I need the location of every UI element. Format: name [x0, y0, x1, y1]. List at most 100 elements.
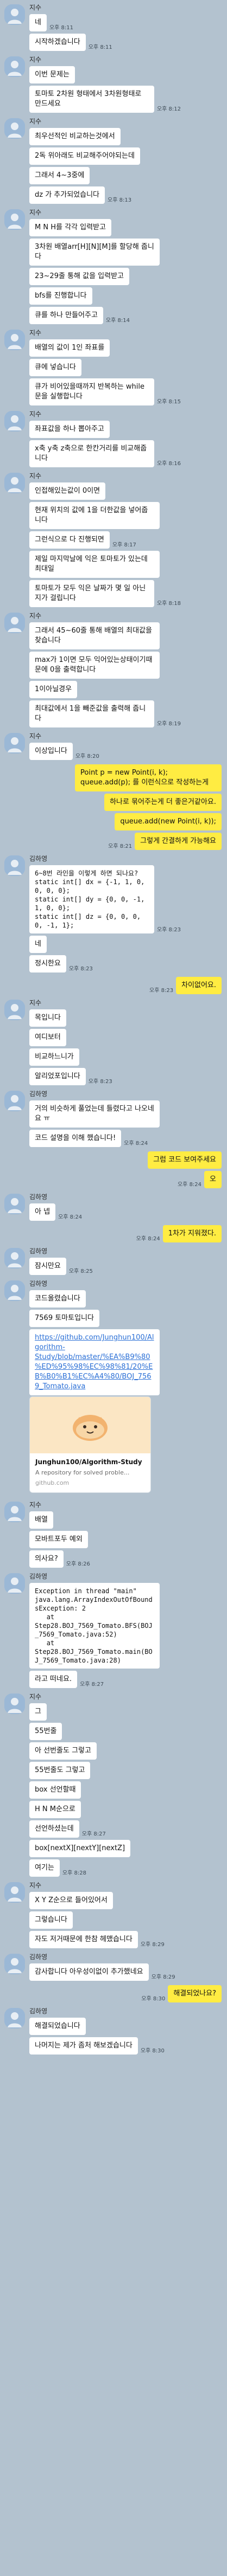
- avatar[interactable]: [4, 2008, 25, 2028]
- message-bubble[interactable]: 인접해있는값이 0이면: [29, 482, 106, 500]
- my-message-bubble[interactable]: 하나로 묶어주는게 더 좋은거같아요.: [104, 794, 222, 811]
- message-bubble[interactable]: 현재 위치의 값에 1을 더한값을 넣어줍니다: [29, 502, 160, 529]
- message-bubble[interactable]: box 선언할때: [29, 1781, 81, 1799]
- my-message-bubble[interactable]: 1차가 지워졌다.: [162, 1225, 222, 1242]
- message-bubble[interactable]: 그래서 4~3중에: [29, 167, 90, 184]
- message-bubble[interactable]: M N H를 각각 입력받고: [29, 219, 111, 236]
- avatar[interactable]: [4, 1502, 25, 1522]
- avatar[interactable]: [4, 1000, 25, 1020]
- message-bubble[interactable]: 해결되었습니다: [29, 2018, 86, 2035]
- message-row: box 선언할때: [29, 1781, 184, 1799]
- avatar[interactable]: [4, 209, 25, 230]
- avatar[interactable]: [4, 1954, 25, 1974]
- avatar[interactable]: [4, 733, 25, 754]
- message-bubble[interactable]: 최대값에서 1을 빼준값을 출력해 줍니다: [29, 700, 154, 727]
- message-bubble[interactable]: 아 넵: [29, 1203, 56, 1221]
- message-row: 해결되었습니다: [29, 2018, 184, 2035]
- avatar[interactable]: [4, 855, 25, 876]
- message-bubble[interactable]: 3차원 배열arr[H][N][M]를 할당해 줍니다: [29, 239, 160, 266]
- message-bubble[interactable]: 거의 비슷하게 풀었는데 틀렸다고 나오네요 ㅠ: [29, 1100, 160, 1128]
- avatar[interactable]: [4, 330, 25, 350]
- message-bubble[interactable]: 그런식으로 다 진행되면: [29, 531, 110, 549]
- my-message-bubble[interactable]: 차이없어요.: [176, 977, 222, 994]
- message-bubble[interactable]: 23~29줄 통해 값을 입력받고: [29, 268, 130, 285]
- message-bubble[interactable]: Exception in thread "main" java.lang.Arr…: [29, 1583, 160, 1669]
- message-bubble[interactable]: 코드올렸습니다: [29, 1290, 86, 1308]
- message-bubble[interactable]: 잠시만요: [29, 1258, 66, 1275]
- message-bubble[interactable]: x축 y축 z축으로 한칸거리를 비교해줍니다: [29, 440, 154, 467]
- message-link[interactable]: https://github.com/Junghun100/Algorithm-…: [35, 1334, 154, 1390]
- message-bubble[interactable]: 배열: [29, 1511, 53, 1529]
- avatar[interactable]: [4, 1693, 25, 1714]
- message-bubble[interactable]: 여디보터: [29, 1029, 66, 1046]
- message-bubble[interactable]: 이상입니다: [29, 743, 73, 760]
- message-bubble[interactable]: 제일 마지막날에 익은 토마토가 있는데 최대일: [29, 551, 160, 578]
- message-bubble[interactable]: 7569 토마토입니다: [29, 1310, 99, 1327]
- message-bubble[interactable]: dz 가 추가되었습니다: [29, 186, 105, 204]
- message-bubble[interactable]: 여기는: [29, 1859, 60, 1877]
- message-bubble[interactable]: https://github.com/Junghun100/Algorithm-…: [29, 1329, 160, 1395]
- message-bubble[interactable]: 2독 위아래도 비교해주어야되는데: [29, 147, 140, 165]
- message-bubble[interactable]: 6~8번 라인을 이렇게 하면 되나요? static int[] dx = {…: [29, 865, 154, 933]
- message-bubble[interactable]: 목입니다: [29, 1009, 66, 1027]
- my-message-bubble[interactable]: 해결되었나요?: [168, 1985, 222, 2002]
- message-bubble[interactable]: 55번줄도 그렇고: [29, 1762, 91, 1779]
- message-bubble[interactable]: 라고 떠네요.: [29, 1671, 78, 1688]
- message-bubble[interactable]: 아 선번줄도 그렇고: [29, 1742, 97, 1760]
- message-bubble[interactable]: max가 1이면 모두 익어있는상태이기때문에 0을 출력합니다: [29, 652, 160, 679]
- my-message-bubble[interactable]: 그럼 코드 보여주세요: [148, 1151, 222, 1169]
- message-bubble[interactable]: 의사요?: [29, 1550, 64, 1568]
- message-bubble[interactable]: H N M순으로: [29, 1801, 81, 1818]
- message-bubble[interactable]: 네: [29, 936, 47, 953]
- my-message-bubble[interactable]: 그렇게 간결하게 가능해요: [135, 833, 222, 850]
- message-bubble[interactable]: 큐가 비어있을때까지 반복하는 while문을 실행합니다: [29, 378, 154, 405]
- message-bubble[interactable]: 알리었포입니다: [29, 1068, 86, 1085]
- avatar[interactable]: [4, 1248, 25, 1268]
- message-bubble[interactable]: 그래서 45~60줄 통해 배열의 최대값을 찾습니다: [29, 622, 160, 649]
- message-bubble[interactable]: box[nextX][nextY][nextZ]: [29, 1840, 131, 1857]
- message-bubble[interactable]: 네: [29, 14, 47, 31]
- avatar[interactable]: [4, 473, 25, 493]
- message-bubble[interactable]: 자도 저거때문에 한참 헤맸습니다: [29, 1931, 138, 1948]
- message-bubble[interactable]: 그: [29, 1703, 47, 1721]
- message-bubble[interactable]: 토마토 2차원 형태에서 3차원형태로 만드세요: [29, 86, 154, 113]
- link-preview-card[interactable]: Junghun100/Algorithm-Study A repository f…: [29, 1396, 151, 1493]
- avatar[interactable]: [4, 56, 25, 77]
- message-bubble[interactable]: 큐를 하나 만들어주고: [29, 307, 103, 324]
- message-bubble[interactable]: 코드 설명을 이해 했습니다!: [29, 1130, 122, 1147]
- message-bubble[interactable]: 비교하느니가: [29, 1048, 79, 1066]
- avatar[interactable]: [4, 1194, 25, 1214]
- avatar[interactable]: [4, 1882, 25, 1903]
- chat-room[interactable]: 지수 네 오후 8:11 시작하겠습니다 오후 8:11 지수 이번 문제는 토마토 2차원 …: [0, 0, 227, 2576]
- message-bubble[interactable]: 최우선적인 비교하는것에서: [29, 128, 121, 145]
- message-bubble[interactable]: 이번 문제는: [29, 66, 75, 83]
- avatar[interactable]: [4, 1573, 25, 1594]
- avatar[interactable]: [4, 4, 25, 25]
- avatar[interactable]: [4, 118, 25, 139]
- message-bubble[interactable]: 감사합니다 아우성이없이 추가했네요: [29, 1963, 149, 1981]
- avatar[interactable]: [4, 1091, 25, 1111]
- avatar[interactable]: [4, 411, 25, 432]
- avatar[interactable]: [4, 1280, 25, 1301]
- my-message-bubble[interactable]: 오: [204, 1171, 222, 1188]
- my-message-bubble[interactable]: Point p = new Point(i, k); queue.add(p);…: [75, 764, 222, 791]
- message-bubble[interactable]: 정시한요: [29, 955, 66, 973]
- message-bubble[interactable]: 55번줄: [29, 1723, 62, 1740]
- message-bubble[interactable]: 토마토가 모두 익은 날짜가 몇 일 아닌지가 걸립니다: [29, 580, 154, 607]
- message-bubble[interactable]: 시작하겠습니다: [29, 34, 86, 51]
- message-bubble[interactable]: 배열의 값이 1인 좌표를: [29, 339, 110, 357]
- message-bubble[interactable]: 큐에 넣습니다: [29, 359, 81, 376]
- message-bubble[interactable]: 선언하셨는데: [29, 1820, 79, 1838]
- my-message-bubble[interactable]: queue.add(new Point(i, k));: [115, 813, 222, 830]
- message-group: 지수배열의 값이 1인 좌표를큐에 넣습니다큐가 비어있을때까지 반복하는 wh…: [0, 329, 227, 405]
- message-bubble[interactable]: 모바트포두 예외: [29, 1531, 88, 1548]
- message-group: 지수 그래서 45~60줄 통해 배열의 최대값을 찾습니다 max가 1이면 모두…: [0, 611, 227, 727]
- message-bubble[interactable]: 나머지는 제가 좀처 해보겠습니다: [29, 2037, 138, 2055]
- message-bubble[interactable]: X Y Z순으로 들어있어서: [29, 1892, 113, 1909]
- message-bubble[interactable]: 그렇습니다: [29, 1911, 73, 1929]
- message-bubble[interactable]: bfs를 진행합니다: [29, 287, 92, 305]
- message-bubble[interactable]: 좌표값을 하나 뽑아주고: [29, 421, 110, 438]
- message-bubble[interactable]: 1이아닐경우: [29, 681, 78, 698]
- avatar[interactable]: [4, 613, 25, 633]
- sender-name: 지수: [29, 329, 42, 337]
